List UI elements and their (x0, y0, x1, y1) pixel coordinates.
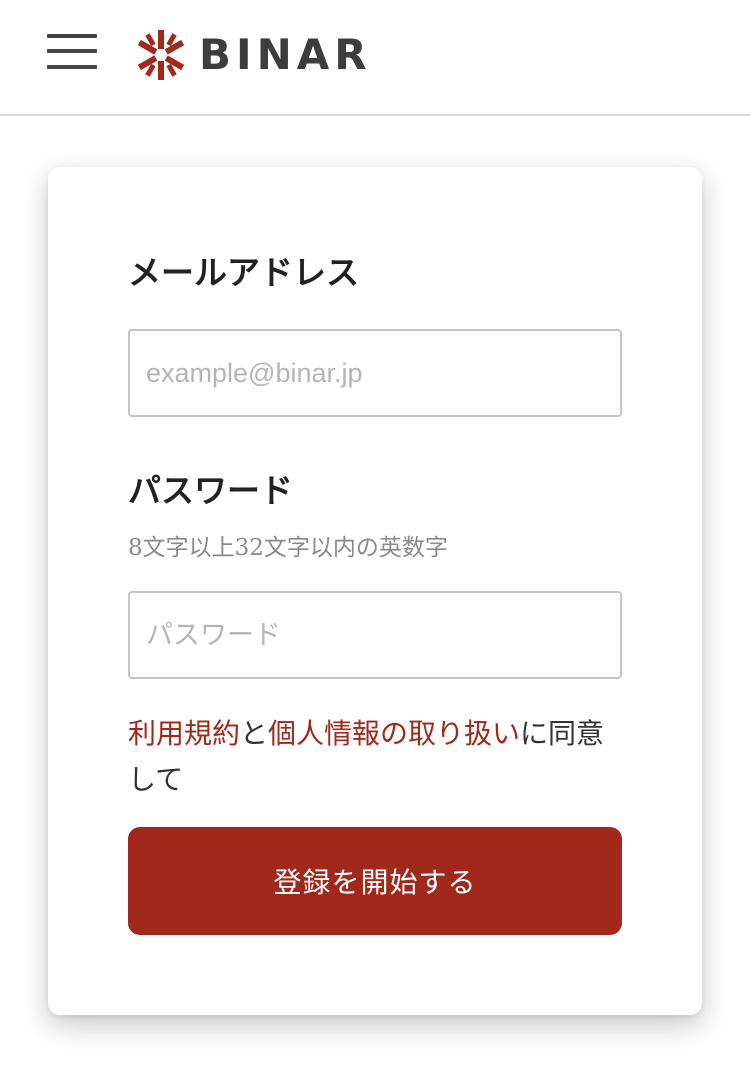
email-input[interactable] (128, 329, 622, 417)
privacy-link[interactable]: 個人情報の取り扱い (268, 717, 520, 750)
password-label: パスワード (128, 471, 293, 510)
hamburger-menu-icon[interactable] (47, 32, 97, 72)
brand-name: BINAR (199, 30, 372, 79)
logo[interactable]: BINAR (135, 30, 372, 80)
menu-bar (47, 49, 97, 53)
agreement-conjunction: と (240, 717, 269, 750)
terms-link[interactable]: 利用規約 (128, 717, 240, 750)
signup-card: メールアドレス パスワード 8文字以上32文字以内の英数字 利用規約と個人情報の… (48, 167, 702, 1015)
binar-asterisk-logo-icon (137, 30, 185, 80)
password-input[interactable] (128, 591, 622, 679)
password-hint: 8文字以上32文字以内の英数字 (128, 535, 448, 561)
email-label: メールアドレス (128, 253, 359, 292)
start-registration-button[interactable]: 登録を開始する (128, 827, 622, 935)
menu-bar (47, 34, 97, 38)
menu-bar (47, 65, 97, 69)
agreement-text: 利用規約と個人情報の取り扱いに同意して (128, 711, 622, 803)
header: BINAR (0, 0, 750, 116)
